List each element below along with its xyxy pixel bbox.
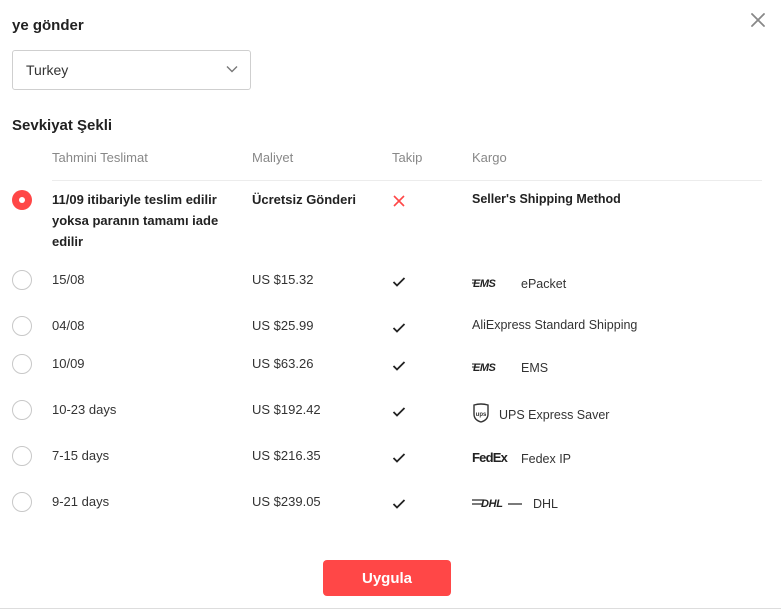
carrier-name: EMS — [521, 360, 549, 375]
shipping-cost: Ücretsiz Gönderi — [252, 192, 357, 207]
shipping-dialog: ye gönder Turkey Sevkiyat Şekli Tahmini … — [0, 0, 781, 609]
fedex-logo: FedEx — [472, 449, 512, 468]
radio-button[interactable] — [12, 270, 32, 290]
delivery-estimate: 15/08 — [52, 272, 85, 287]
dhl-logo: DHL — [472, 495, 524, 512]
carrier: AliExpress Standard Shipping — [472, 318, 637, 332]
header-cost: Maliyet — [252, 150, 294, 165]
country-select[interactable]: Turkey — [12, 50, 251, 90]
svg-text:FedEx: FedEx — [472, 450, 509, 465]
carrier: EMS EMS — [472, 359, 548, 376]
carrier: Seller's Shipping Method — [472, 192, 621, 206]
radio-button[interactable] — [12, 190, 32, 210]
carrier: ups UPS Express Saver — [472, 403, 609, 426]
shipping-cost: US $192.42 — [252, 402, 321, 417]
check-icon — [392, 498, 408, 512]
carrier-name: UPS Express Saver — [499, 407, 610, 422]
delivery-estimate: 04/08 — [52, 318, 85, 333]
header-delivery: Tahmini Teslimat — [52, 150, 148, 165]
delivery-estimate: 10/09 — [52, 356, 85, 371]
check-icon — [392, 322, 408, 336]
carrier-name: Fedex IP — [521, 451, 572, 466]
radio-button[interactable] — [12, 400, 32, 420]
close-icon — [751, 13, 765, 27]
section-title: Sevkiyat Şekli — [12, 117, 113, 134]
dialog-title: ye gönder — [12, 17, 84, 34]
shipping-option-row[interactable]: 04/08 US $25.99 AliExpress Standard Shippi… — [0, 314, 781, 354]
svg-text:DHL: DHL — [481, 498, 503, 509]
header-tracking: Takip — [392, 150, 423, 165]
radio-button[interactable] — [12, 354, 32, 374]
carrier-name: ePacket — [521, 276, 567, 291]
radio-button[interactable] — [12, 316, 32, 336]
delivery-estimate: 9-21 days — [52, 494, 110, 509]
shipping-option-row[interactable]: 10-23 days US $192.42 ups UPS Express Saver — [0, 398, 781, 438]
header-carrier: Kargo — [472, 150, 507, 165]
check-icon — [392, 360, 408, 374]
shipping-option-row[interactable]: 11/09 itibariyle teslim edilir yoksa par… — [0, 188, 781, 252]
check-icon — [392, 406, 408, 420]
radio-button[interactable] — [12, 492, 32, 512]
carrier-name: AliExpress Standard Shipping — [472, 318, 638, 332]
carrier: DHL DHL — [472, 495, 558, 512]
shipping-cost: US $239.05 — [252, 494, 321, 509]
carrier: EMS ePacket — [472, 275, 566, 292]
carrier: FedEx Fedex IP — [472, 449, 571, 468]
close-button[interactable] — [748, 10, 768, 30]
check-icon — [392, 452, 408, 466]
shipping-option-row[interactable]: 15/08 US $15.32 EMS ePacket — [0, 268, 781, 308]
shipping-cost: US $216.35 — [252, 448, 321, 463]
shipping-option-row[interactable]: 9-21 days US $239.05 DHL DHL — [0, 490, 781, 530]
shipping-cost: US $15.32 — [252, 272, 314, 287]
carrier-name: DHL — [533, 496, 559, 511]
shipping-option-row[interactable]: 7-15 days US $216.35 FedEx Fedex IP — [0, 444, 781, 484]
shipping-cost: US $25.99 — [252, 318, 314, 333]
delivery-estimate: 11/09 itibariyle teslim edilir yoksa par… — [52, 192, 219, 249]
delivery-estimate: 10-23 days — [52, 402, 117, 417]
carrier-name: Seller's Shipping Method — [472, 192, 621, 206]
ups-logo: ups — [472, 403, 490, 426]
check-icon — [392, 276, 408, 290]
country-select-value: Turkey — [26, 62, 69, 78]
cross-icon — [392, 194, 408, 208]
shipping-option-row[interactable]: 10/09 US $63.26 EMS EMS — [0, 352, 781, 392]
ems-logo: EMS — [472, 275, 512, 292]
ems-logo: EMS — [472, 359, 512, 376]
apply-button[interactable]: Uygula — [323, 560, 451, 596]
chevron-down-icon — [226, 66, 238, 73]
shipping-cost: US $63.26 — [252, 356, 314, 371]
radio-button[interactable] — [12, 446, 32, 466]
table-divider — [52, 180, 762, 181]
svg-text:ups: ups — [476, 412, 487, 418]
delivery-estimate: 7-15 days — [52, 448, 110, 463]
